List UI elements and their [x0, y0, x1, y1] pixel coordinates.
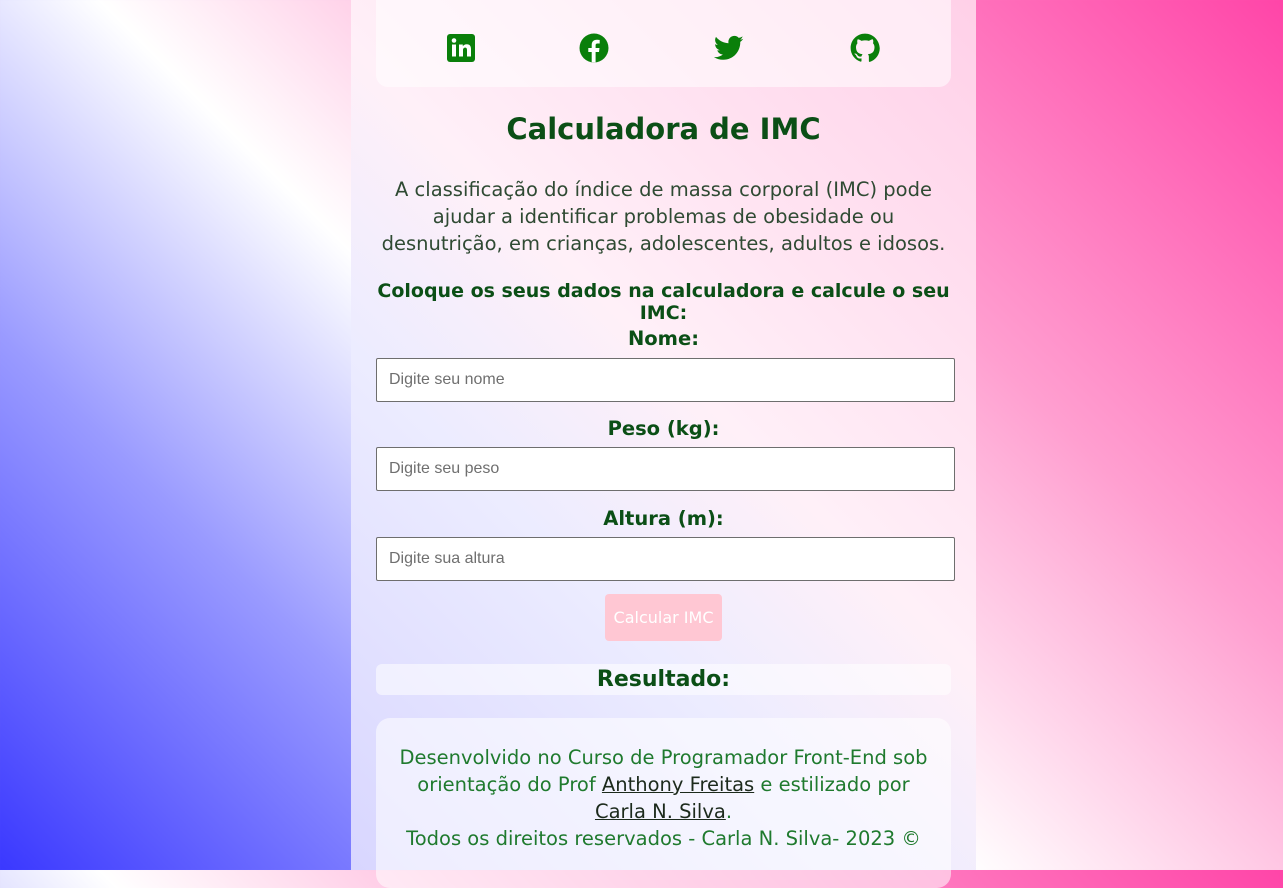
- page-title: Calculadora de IMC: [506, 112, 821, 146]
- name-input[interactable]: [376, 358, 955, 402]
- twitter-link[interactable]: [714, 33, 744, 63]
- twitter-icon: [714, 35, 744, 60]
- height-input[interactable]: [376, 537, 955, 581]
- calculate-button[interactable]: Calcular IMC: [605, 594, 722, 641]
- copyright-text: Todos os direitos reservados - Carla N. …: [406, 827, 921, 850]
- linkedin-icon: [447, 34, 475, 62]
- facebook-link[interactable]: [579, 33, 609, 63]
- github-link[interactable]: [850, 33, 880, 63]
- footer-text: Desenvolvido no Curso de Programador Fro…: [396, 744, 931, 852]
- social-links-card: [376, 0, 951, 87]
- form-instructions: Coloque os seus dados na calculadora e c…: [377, 280, 950, 324]
- weight-label: Peso (kg):: [607, 417, 720, 440]
- linkedin-link[interactable]: [446, 33, 476, 63]
- github-icon: [850, 33, 880, 62]
- footer: Desenvolvido no Curso de Programador Fro…: [376, 718, 951, 888]
- name-label: Nome:: [627, 327, 700, 350]
- height-label: Altura (m):: [603, 507, 724, 530]
- intro-text: A classificação do índice de massa corpo…: [381, 178, 946, 255]
- weight-input[interactable]: [376, 447, 955, 491]
- footer-credit-suffix: .: [725, 800, 733, 823]
- result-label: Resultado:: [596, 667, 731, 692]
- author-link[interactable]: Carla N. Silva: [595, 800, 726, 823]
- facebook-icon: [579, 33, 609, 63]
- teacher-link[interactable]: Anthony Freitas: [602, 773, 754, 796]
- main-container: Calculadora de IMC A classificação do ín…: [351, 0, 976, 888]
- footer-credit-middle: e estilizado por: [760, 773, 910, 796]
